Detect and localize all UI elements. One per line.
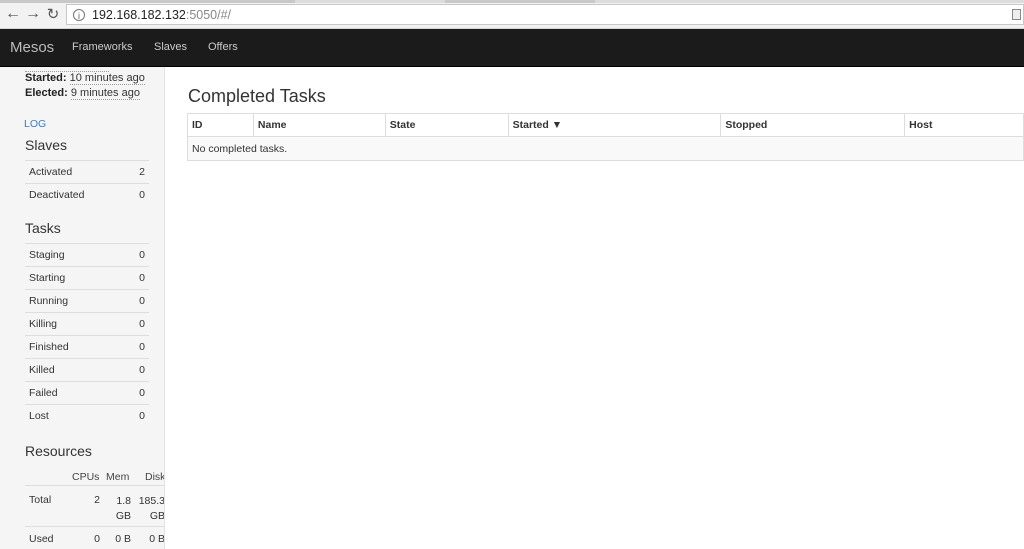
tasks-row-lost: Lost 0 [25,404,149,427]
elected-value: 9 minutes ago [70,87,140,100]
resources-total-mem: 1.8 GB [115,495,131,522]
row-label: Failed [29,387,58,399]
slaves-heading: Slaves [25,137,68,153]
row-value: 0 [139,295,145,307]
reload-icon[interactable]: ↻ [44,5,62,23]
resources-total-label: Total [29,494,52,506]
tasks-row-failed: Failed 0 [25,381,149,404]
slaves-row-deactivated: Deactivated 0 [25,183,149,206]
row-value: 0 [139,189,145,201]
row-label: Killing [29,318,58,330]
row-label: Lost [29,410,49,422]
resources-header-cpus: CPUs [72,471,100,483]
row-label: Deactivated [29,189,85,201]
resources-used-disk: 0 B [149,533,165,545]
page-action-icon[interactable] [1012,9,1021,20]
top-navbar: Mesos Frameworks Slaves Offers [0,29,1024,67]
divider [25,526,164,527]
browser-tab[interactable] [445,0,595,3]
table-header-row: ID Name State Started ▼ Stopped Host [187,113,1024,137]
brand-logo[interactable]: Mesos [10,39,54,56]
row-value: 0 [139,387,145,399]
column-header-id[interactable]: ID [187,113,254,137]
row-value: 0 [139,364,145,376]
nav-slaves[interactable]: Slaves [154,41,187,53]
elected-line: Elected: 9 minutes ago [25,87,140,100]
nav-frameworks[interactable]: Frameworks [72,41,133,53]
started-line: Started: 10 minutes ago [25,72,145,85]
tasks-row-starting: Starting 0 [25,266,149,289]
row-label: Staging [29,249,65,261]
log-link[interactable]: LOG [24,118,46,130]
info-icon[interactable]: i [73,8,85,21]
sidebar: Started: 10 minutes ago Elected: 9 minut… [0,67,165,549]
row-value: 0 [139,318,145,330]
row-value: 0 [139,249,145,261]
address-bar[interactable]: i 192.168.182.132:5050/#/ [66,4,1024,25]
row-value: 0 [139,272,145,284]
elected-label: Elected: [25,87,68,99]
url-path: :5050/#/ [185,7,232,22]
browser-toolbar: ← → ↻ i 192.168.182.132:5050/#/ [0,0,1024,29]
browser-tab[interactable] [0,0,295,3]
tasks-row-killed: Killed 0 [25,358,149,381]
url-host: 192.168.182.132 [92,7,186,22]
row-value: 2 [139,166,145,178]
column-header-state[interactable]: State [384,113,509,137]
row-label: Activated [29,166,73,178]
resources-header-mem: Mem [106,471,130,483]
column-header-host[interactable]: Host [904,113,1024,137]
column-header-started[interactable]: Started ▼ [507,113,722,137]
row-label: Starting [29,272,66,284]
table-row: No completed tasks. [187,136,1024,161]
row-value: 0 [139,341,145,353]
started-value: 10 minutes ago [69,72,145,85]
tasks-row-staging: Staging 0 [25,243,149,266]
row-value: 0 [139,410,145,422]
arrow-left-icon[interactable]: ← [4,5,22,23]
empty-message: No completed tasks. [187,136,1024,161]
completed-tasks-table: ID Name State Started ▼ Stopped Host No … [187,113,1024,161]
resources-total-cpus: 2 [94,494,100,506]
started-label: Started: [25,72,67,84]
tasks-heading: Tasks [25,220,61,236]
tasks-row-running: Running 0 [25,289,149,312]
resources-heading: Resources [25,443,92,459]
page-title: Completed Tasks [188,86,326,106]
tasks-row-finished: Finished 0 [25,335,149,358]
divider [25,485,164,486]
resources-used-cpus: 0 [94,533,100,545]
resources-header-disk: Disk [145,471,165,483]
row-label: Finished [29,341,69,353]
column-header-name[interactable]: Name [252,113,386,137]
resources-total-disk: 185.3 GB [138,495,165,522]
slaves-row-activated: Activated 2 [25,160,149,183]
resources-used-label: Used [29,533,54,545]
row-label: Killed [29,364,55,376]
resources-used-mem: 0 B [115,533,131,545]
row-label: Running [29,295,69,307]
column-header-stopped[interactable]: Stopped [720,113,906,137]
arrow-right-icon[interactable]: → [24,5,42,23]
tasks-row-killing: Killing 0 [25,312,149,335]
nav-offers[interactable]: Offers [208,41,238,53]
